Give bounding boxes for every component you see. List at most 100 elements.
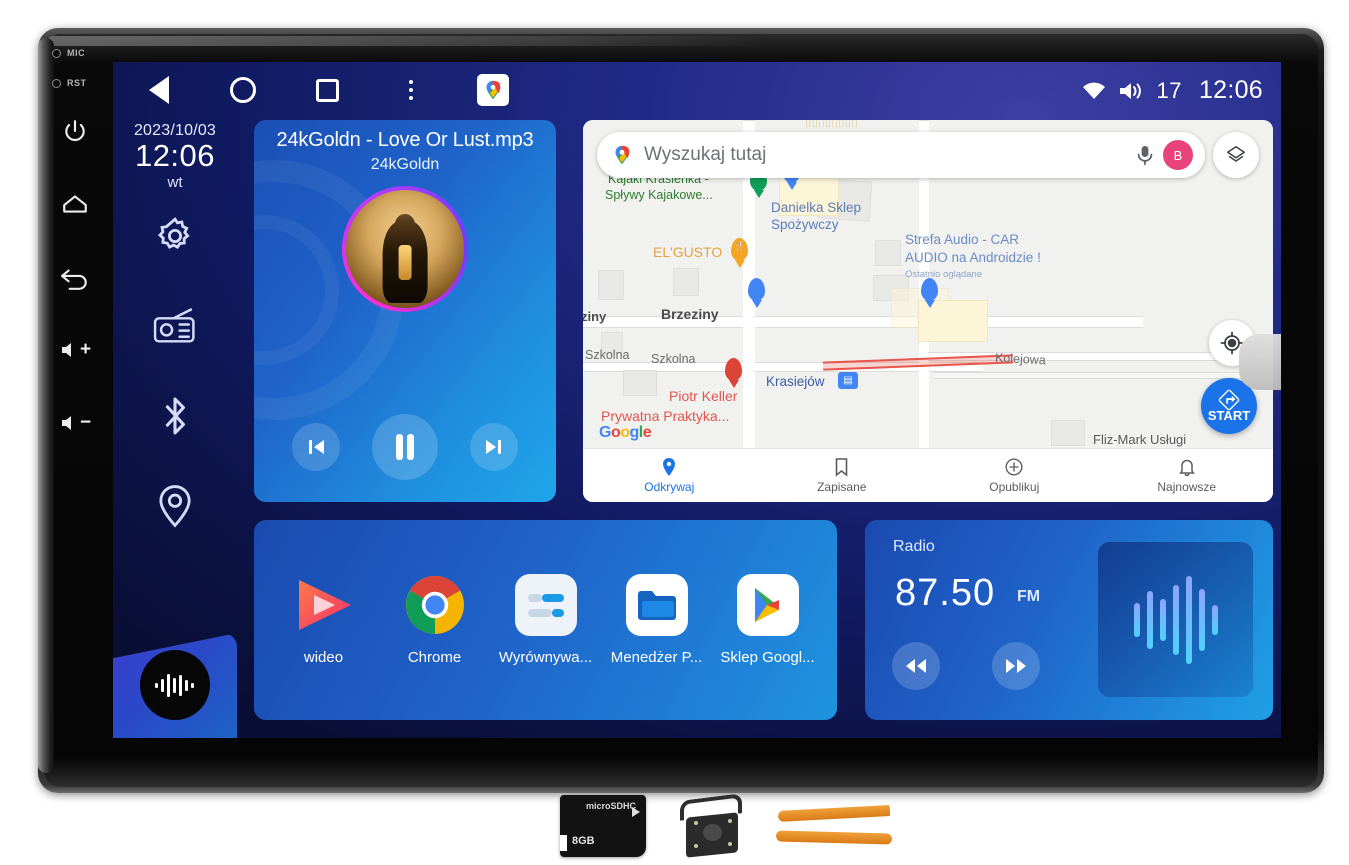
video-player-icon [293, 574, 355, 636]
radio-prev-button[interactable] [892, 642, 940, 690]
map-nav-label: Opublikuj [989, 480, 1040, 494]
app-shortcut-wideo[interactable]: wideo [272, 574, 376, 666]
location-pin-icon [159, 484, 191, 528]
app-label: Sklep Googl... [720, 649, 815, 666]
back-arrow-icon [61, 269, 87, 290]
album-art [346, 190, 464, 308]
app-shortcut-equalizer[interactable]: Wyrównywa... [494, 574, 598, 666]
map-search-bar[interactable]: Wyszukaj tutaj B [597, 132, 1205, 178]
map-nav-opublikuj[interactable]: Opublikuj [928, 457, 1101, 494]
building [598, 270, 624, 300]
explore-pin-icon [663, 458, 676, 476]
media-next-button[interactable] [470, 423, 518, 471]
media-track-title: 24kGoldn - Love Or Lust.mp3 [276, 129, 534, 151]
home-button[interactable] [52, 181, 98, 227]
dock-item-bluetooth[interactable] [113, 371, 237, 461]
map-label: EL'GUSTO [653, 244, 723, 260]
map-nav-odkrywaj[interactable]: Odkrywaj [583, 457, 756, 494]
map-label: Brzeziny [661, 306, 719, 322]
reset-indicator[interactable]: RST [52, 78, 114, 88]
map-search-placeholder[interactable]: Wyszukaj tutaj [644, 144, 1135, 166]
pry-tool-hook [777, 805, 891, 822]
map-pin-clinic[interactable] [725, 358, 742, 388]
app-shortcut-chrome[interactable]: Chrome [383, 574, 487, 666]
gear-icon [157, 216, 190, 249]
plus-circle-icon [1005, 458, 1023, 476]
avatar[interactable]: B [1163, 140, 1193, 170]
chrome-icon [404, 574, 466, 636]
radio-title: Radio [893, 538, 935, 555]
camera-lens [703, 824, 722, 841]
bookmark-icon [835, 458, 848, 477]
app-label: Chrome [407, 649, 462, 666]
google-maps-icon [486, 80, 501, 100]
map-layers-button[interactable] [1213, 132, 1259, 178]
media-play-pause-button[interactable] [372, 414, 438, 480]
power-button[interactable] [52, 108, 98, 154]
volume-down-button[interactable]: − [52, 400, 98, 446]
file-manager-icon [625, 574, 688, 636]
map-pin-transit[interactable]: ▤ [838, 372, 858, 389]
app-shortcut-play-store[interactable]: Sklep Googl... [716, 574, 820, 666]
app-label: Menedżer P... [610, 649, 703, 666]
hardware-button-column: MIC RST + − [52, 48, 114, 568]
reset-hole-icon[interactable] [52, 78, 61, 88]
skip-next-icon [486, 440, 501, 454]
album-art-ring [342, 186, 468, 312]
map-label: Strefa Audio - CAR [905, 232, 1020, 247]
map-label: ziny [583, 309, 607, 324]
status-bar-right: 17 12:06 [1081, 76, 1263, 105]
camera-led [728, 819, 732, 823]
radio-card[interactable]: Radio 87.50 FM [865, 520, 1273, 720]
media-previous-button[interactable] [292, 423, 340, 471]
map-label: Szkolna [585, 348, 630, 362]
nav-home-button[interactable] [225, 72, 261, 108]
volume-up-button[interactable]: + [52, 327, 98, 373]
map-pin-shop[interactable] [748, 278, 765, 308]
bezel-highlight [48, 36, 768, 46]
map-label: AUDIO na Androidzie ! [905, 250, 1041, 265]
map-nav-zapisane[interactable]: Zapisane [756, 457, 929, 494]
skip-previous-icon [309, 440, 324, 454]
radio-next-button[interactable] [992, 642, 1040, 690]
album-art-figure [382, 220, 428, 304]
microsd-brand: microSDHC [585, 801, 636, 811]
home-icon [63, 195, 87, 213]
map-pin-audio-store[interactable] [921, 278, 938, 308]
overflow-menu-icon [409, 80, 413, 100]
bell-icon [1178, 459, 1195, 477]
microsd-capacity: 8GB [572, 835, 595, 847]
touchscreen[interactable]: 17 12:06 2023/10/03 12:06 wt 24kGoldn - … [113, 62, 1281, 738]
dock-music-button[interactable] [140, 650, 210, 720]
start-label: START [1207, 408, 1251, 423]
dock-item-settings[interactable] [113, 191, 237, 281]
microsd-arrow-icon [632, 807, 640, 817]
google-maps-pin-icon [615, 145, 630, 165]
map-pin-restaurant[interactable]: 🍴 [731, 238, 748, 268]
maps-card[interactable]: ⌷⌷⌷⌷⌷⌷⌷⌷ Kajaki Krasieńka - Spływy Kajak… [583, 120, 1273, 502]
home-circle-icon [230, 77, 256, 103]
nav-google-maps-shortcut[interactable] [477, 74, 509, 106]
radio-band: FM [1017, 588, 1041, 605]
dock-item-radio[interactable] [113, 281, 237, 371]
map-label-clipped: ⌷⌷⌷⌷⌷⌷⌷⌷ [805, 120, 858, 130]
back-button[interactable] [52, 254, 98, 300]
map-nav-najnowsze[interactable]: Najnowsze [1101, 457, 1274, 494]
reverse-camera [676, 793, 746, 858]
volume-up-icon: + [59, 339, 91, 361]
nav-overflow-button[interactable] [393, 72, 429, 108]
microphone-icon[interactable] [1135, 144, 1155, 166]
nav-buttons [141, 72, 509, 108]
hardware-knob[interactable] [1239, 334, 1281, 390]
app-shortcut-file-manager[interactable]: Menedżer P... [605, 574, 709, 666]
nav-back-button[interactable] [141, 72, 177, 108]
volume-level: 17 [1156, 77, 1182, 103]
nav-recents-button[interactable] [309, 72, 345, 108]
media-player-card[interactable]: 24kGoldn - Love Or Lust.mp3 24kGoldn [254, 120, 556, 502]
audio-waveform-icon [1098, 542, 1253, 697]
volume-down-icon: − [59, 412, 91, 434]
left-dock: 2023/10/03 12:06 wt [113, 120, 237, 738]
power-icon [65, 120, 85, 142]
camera-led [694, 821, 698, 825]
dock-item-navigation[interactable] [113, 461, 237, 551]
